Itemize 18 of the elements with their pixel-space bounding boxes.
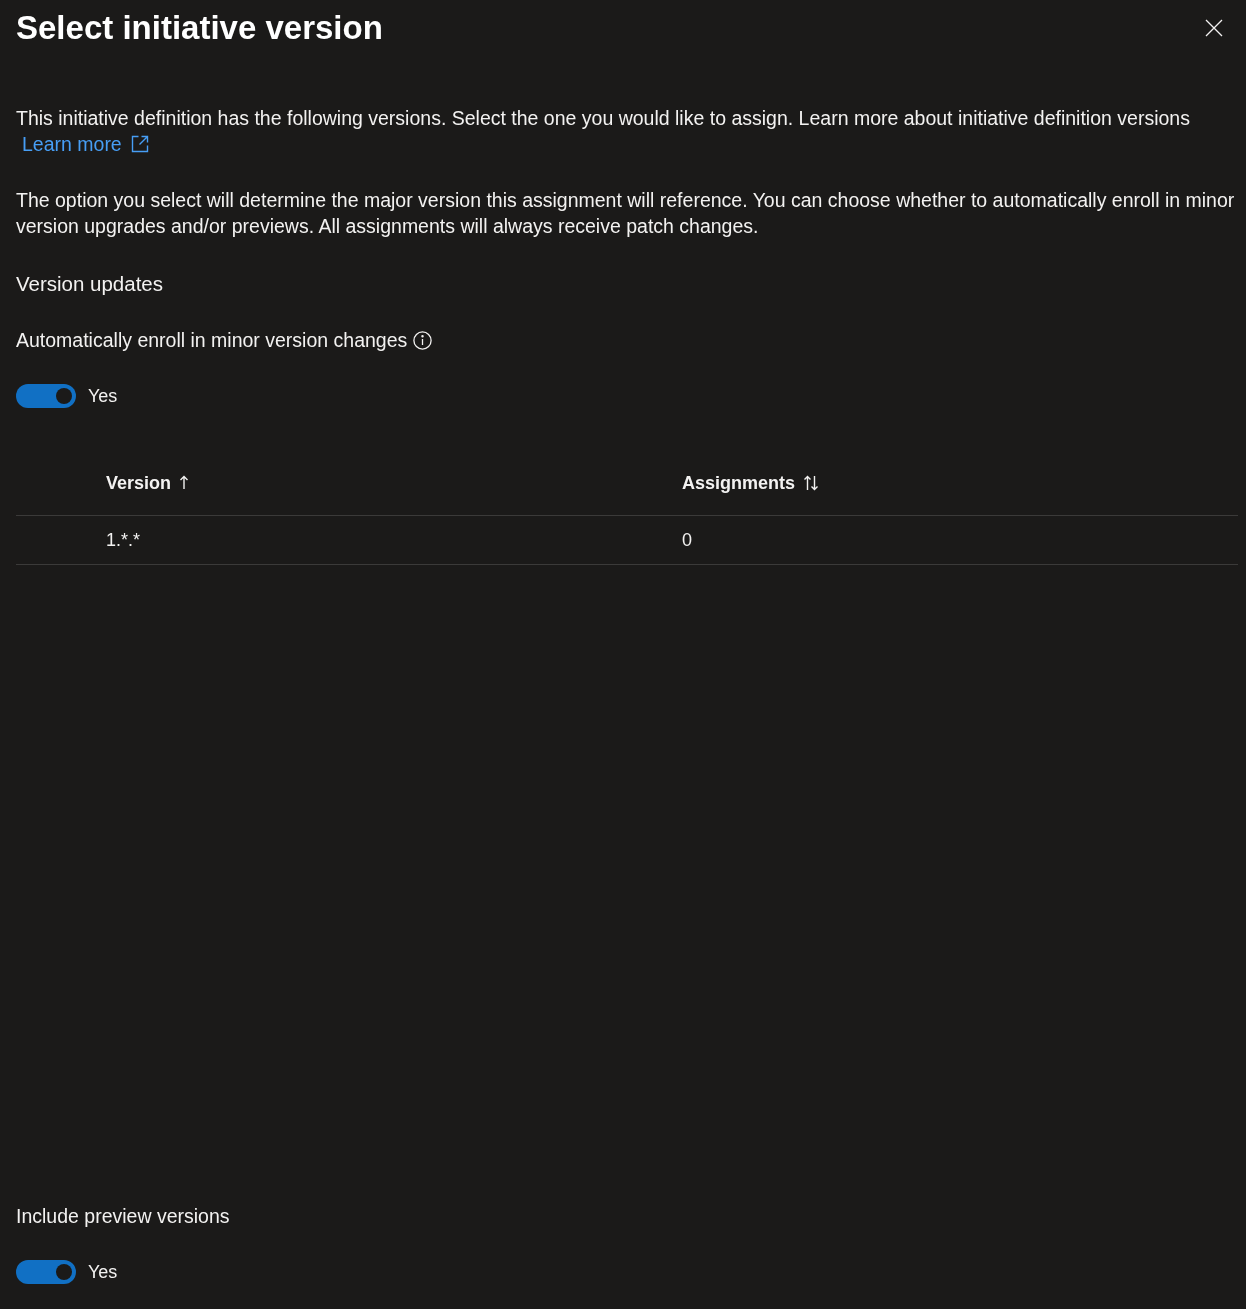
column-header[interactable]: Version [106,470,190,495]
field-label: Include preview versions [16,1204,231,1229]
learn-more-link[interactable]: Learn more [22,131,149,157]
panel-title: Select initiative version [16,8,383,48]
external-link-icon [130,135,149,153]
info-icon[interactable] [413,330,433,350]
table-cell: 0 [682,529,692,550]
toggle-switch[interactable] [16,1260,76,1284]
intro-paragraph: This initiative definition has the following versions. Select the one you would like to assign. Learn more about initiative definition versions Learn more [16,106,1191,157]
description-paragraph: The option you select will determine the major version this assignment will reference. You can choose whether to automatically enroll in minor version upgrades and/or previews. All assignments will always receive patch changes. [16,188,1236,239]
toggle-label: Yes [88,1261,118,1284]
column-header[interactable]: Assignments [682,470,820,495]
table-cell: 1.*.* [106,529,141,550]
close-icon [1205,19,1223,37]
section-title: Version updates [16,271,165,297]
toggle-label: Yes [88,385,118,408]
field-label: Automatically enroll in minor version changes [16,328,408,353]
toggle-switch[interactable] [16,384,76,408]
